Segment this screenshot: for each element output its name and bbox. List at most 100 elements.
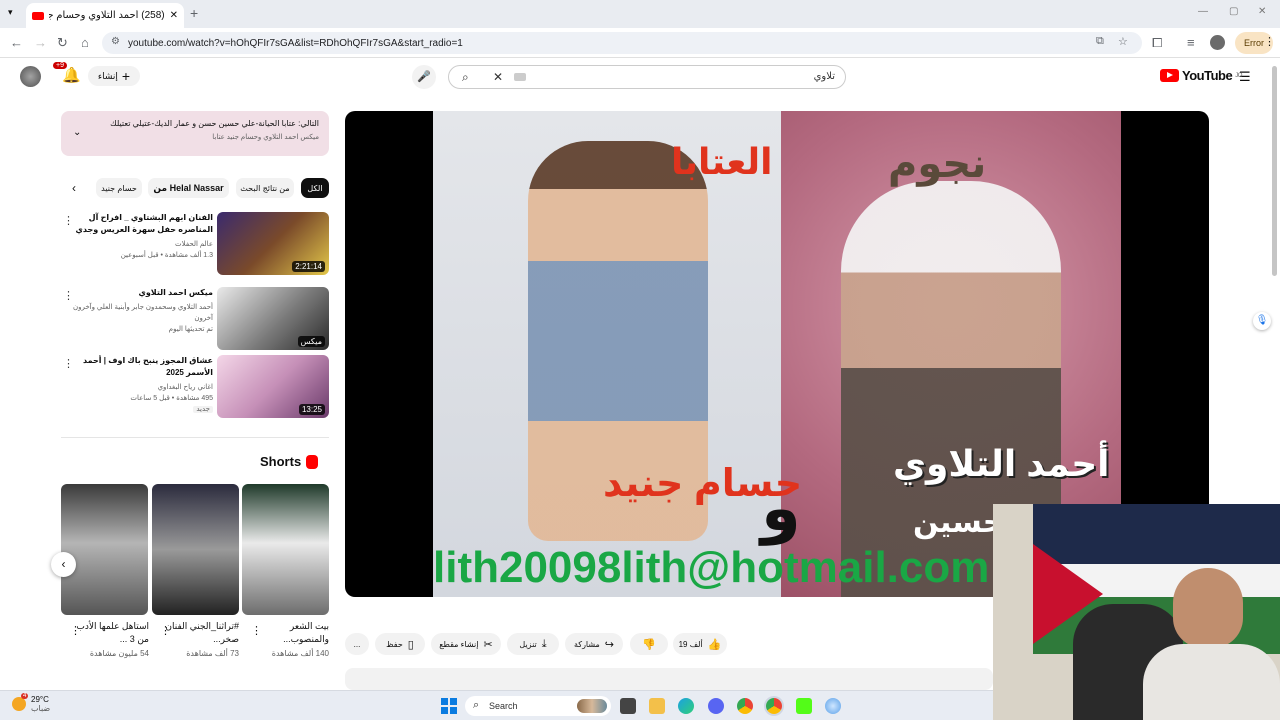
taskbar-search-icon: ⌕ — [473, 699, 480, 711]
forward-icon[interactable]: → — [34, 35, 47, 50]
share-label: مشاركة — [573, 639, 600, 649]
video-thumbnail[interactable]: ميكس — [217, 287, 329, 350]
video-menu-icon[interactable]: ⋮ — [63, 357, 74, 370]
short-caption[interactable]: استاهل علمها الأدب من 3 ... 54 مليون مشا… — [71, 620, 149, 658]
video-duration: 2:21:14 — [292, 261, 325, 272]
search-highlight-image — [577, 699, 607, 713]
short-menu-icon[interactable]: ⋮ — [160, 624, 171, 637]
list-item[interactable]: 2:21:14 الفنان ابهم البشتاوي _ افراح آل … — [61, 212, 329, 276]
notification-badge: +9 — [53, 62, 67, 69]
video-description-box[interactable] — [345, 668, 993, 690]
weather-widget[interactable]: 4 29°C ضباب — [12, 693, 50, 713]
short-title[interactable]: #تراثنا_الجني الفنان صخر... — [161, 620, 239, 646]
download-icon: ⤓ — [541, 637, 547, 650]
video-menu-icon[interactable]: ⋮ — [63, 289, 74, 302]
dislike-button[interactable]: 👎 — [630, 633, 668, 655]
back-icon[interactable]: ← — [10, 35, 23, 50]
clear-search-icon[interactable]: ✕ — [493, 66, 503, 88]
more-actions-button[interactable]: ... — [345, 633, 369, 655]
chip-hossam[interactable]: حسام جنيد — [96, 178, 142, 198]
youtube-logo[interactable]: YouTube JO — [1160, 68, 1242, 83]
weather-temp: 29°C — [31, 695, 49, 704]
search-icon[interactable]: ⌕ — [462, 66, 469, 88]
error-label: Error — [1244, 38, 1264, 48]
short-caption[interactable]: #تراثنا_الجني الفنان صخر... 73 ألف مشاهد… — [161, 620, 239, 658]
chip-from-channel[interactable]: من Helal Nassar — [148, 178, 229, 198]
chips-prev-icon[interactable]: ‹ — [72, 181, 76, 195]
webcam-overlay — [993, 504, 1280, 720]
list-item[interactable]: 13:25 عشاق المجوز ينبح باك اوف | أحمد ال… — [61, 355, 329, 419]
bookmark-star-icon[interactable]: ☆ — [1118, 35, 1128, 48]
tab-search-icon[interactable]: ▾ — [8, 7, 13, 18]
media-controls-icon[interactable]: ≡ — [1187, 35, 1195, 50]
voice-search-icon[interactable]: 🎤 — [412, 65, 436, 89]
short-title[interactable]: استاهل علمها الأدب من 3 ... — [71, 620, 149, 646]
chip-label: حسام جنيد — [101, 183, 137, 193]
browser-menu-icon[interactable]: ⋮ — [1264, 35, 1275, 48]
logo-region: JO — [1235, 72, 1242, 79]
url-text: youtube.com/watch?v=hOhQFIr7sGA&list=RDh… — [128, 37, 463, 49]
download-button[interactable]: تنزيل ⤓ — [507, 633, 559, 655]
short-caption[interactable]: بيت الشعر والمنصوب... 140 ألف مشاهدة — [251, 620, 329, 658]
chrome-active-icon[interactable] — [766, 698, 782, 714]
short-thumbnail[interactable] — [61, 484, 148, 615]
create-button[interactable]: إنشاء + — [88, 66, 140, 86]
app-icon[interactable] — [825, 698, 841, 714]
new-badge: جديد — [193, 406, 213, 413]
task-view-icon[interactable] — [620, 698, 636, 714]
minimize-icon[interactable]: — — [1198, 6, 1208, 17]
tab-close-icon[interactable]: ✕ — [170, 10, 178, 21]
overlay-title-left: العتابا — [671, 141, 773, 182]
browser-tab-youtube[interactable]: (258) أحمد التلاوي وحسام جنيد ✕ — [26, 3, 184, 28]
playlist-next-up[interactable]: التالي: عتابا الحيانة-علي حسين حسن و عما… — [61, 111, 329, 156]
chrome-icon[interactable] — [737, 698, 753, 714]
search-input[interactable]: تلاوي ⌕ ✕ — [448, 65, 846, 89]
account-avatar[interactable] — [20, 66, 41, 87]
chip-from-search[interactable]: من نتائج البحث — [236, 178, 294, 198]
video-title[interactable]: عشاق المجوز ينبح باك اوف | أحمد الأسمر 2… — [69, 355, 213, 379]
share-button[interactable]: مشاركة ↪ — [565, 633, 623, 655]
new-tab-button[interactable]: + — [190, 5, 198, 21]
expand-playlist-icon[interactable]: ⌄ — [73, 127, 81, 138]
next-up-title: التالي: عتابا الحيانة-علي حسين حسن و عما… — [110, 119, 319, 128]
kick-app-icon[interactable] — [796, 698, 812, 714]
keyboard-icon[interactable] — [514, 73, 526, 81]
clip-button[interactable]: إنشاء مقطع ✂ — [431, 633, 501, 655]
short-thumbnail[interactable] — [152, 484, 239, 615]
close-window-icon[interactable]: ✕ — [1258, 6, 1266, 17]
video-left-panel — [433, 111, 781, 597]
cast-icon[interactable]: ⧉ — [1096, 35, 1104, 48]
page-scrollbar[interactable] — [1272, 66, 1277, 276]
list-item[interactable]: ميكس ميكس احمد التلاوي أحمد التلاوي وسحم… — [61, 287, 329, 351]
maximize-icon[interactable]: ▢ — [1229, 6, 1238, 17]
home-icon[interactable]: ⌂ — [81, 35, 89, 50]
file-explorer-icon[interactable] — [649, 698, 665, 714]
taskbar-search-box[interactable]: ⌕ Search — [465, 696, 611, 716]
windows-start-icon[interactable] — [441, 698, 457, 714]
video-thumbnail[interactable]: 13:25 — [217, 355, 329, 418]
url-field[interactable]: ⚙ youtube.com/watch?v=hOhQFIr7sGA&list=R… — [102, 32, 1142, 54]
short-views: 54 مليون مشاهدة — [89, 649, 149, 658]
video-channel[interactable]: عالم الحفلات — [69, 239, 213, 250]
short-menu-icon[interactable]: ⋮ — [70, 624, 81, 637]
short-menu-icon[interactable]: ⋮ — [251, 624, 262, 637]
edge-browser-icon[interactable] — [678, 698, 694, 714]
reload-icon[interactable]: ↻ — [57, 35, 68, 51]
video-channel[interactable]: أحمد التلاوي وسحمدون جابر وأبنية العلي و… — [69, 302, 213, 324]
chip-all[interactable]: الكل — [301, 178, 329, 198]
video-title[interactable]: ميكس احمد التلاوي — [69, 287, 213, 299]
short-thumbnail[interactable] — [242, 484, 329, 615]
save-button[interactable]: حفظ ▯ — [375, 633, 425, 655]
short-title[interactable]: بيت الشعر والمنصوب... — [251, 620, 329, 646]
discord-icon[interactable] — [708, 698, 724, 714]
like-button[interactable]: 19 ألف 👍 — [673, 633, 727, 655]
video-channel[interactable]: اغاني رياح البغداوي — [69, 382, 213, 393]
video-menu-icon[interactable]: ⋮ — [63, 214, 74, 227]
extensions-icon[interactable]: ⧠ — [1152, 35, 1162, 51]
voice-assistant-icon[interactable]: 🎙 — [1253, 312, 1271, 330]
video-thumbnail[interactable]: 2:21:14 — [217, 212, 329, 275]
video-title[interactable]: الفنان ابهم البشتاوي _ افراح آل المناصره… — [69, 212, 213, 236]
shorts-prev-button[interactable]: ‹ — [51, 552, 76, 577]
site-info-icon[interactable]: ⚙ — [111, 36, 120, 47]
profile-avatar[interactable] — [1210, 35, 1225, 50]
